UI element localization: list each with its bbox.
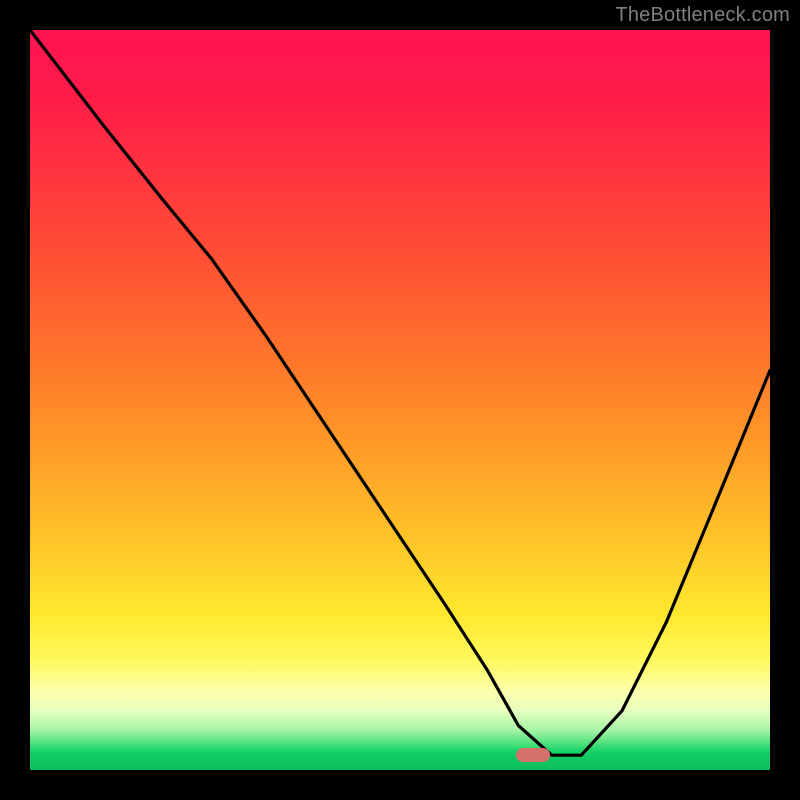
watermark-text: TheBottleneck.com [615, 4, 790, 27]
optimal-point-marker [516, 748, 550, 762]
bottleneck-curve [30, 30, 770, 770]
plot-area [30, 30, 770, 770]
outer-frame: TheBottleneck.com [0, 0, 800, 800]
